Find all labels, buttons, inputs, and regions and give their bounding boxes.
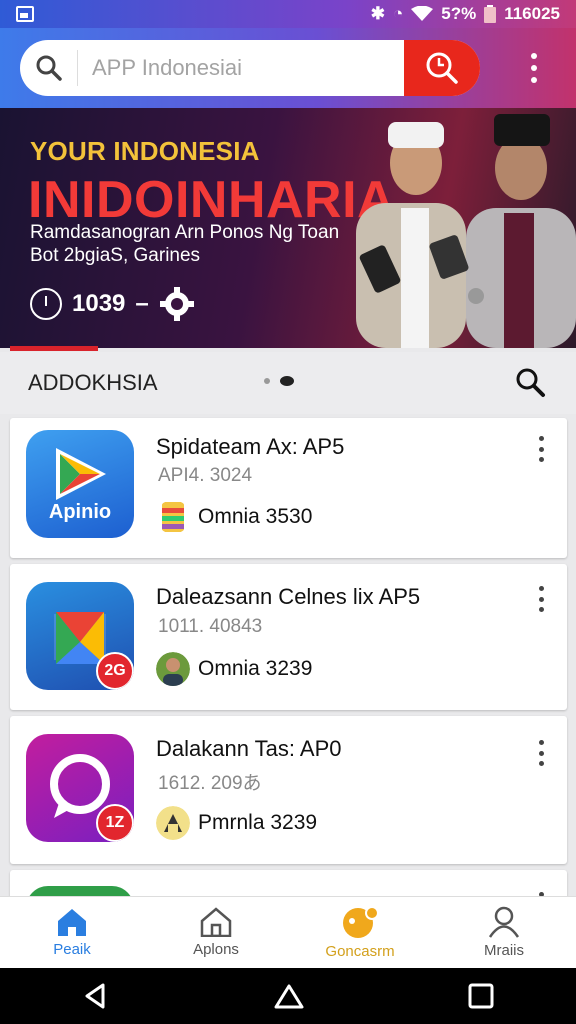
chat-bubble-icon[interactable]: 1Z: [26, 734, 134, 842]
nav-label: Goncasrm: [325, 943, 395, 960]
profile-icon: [488, 906, 520, 938]
developer-name: Omnia 3239: [198, 657, 313, 680]
app-developer: Omnia 3239: [156, 652, 312, 686]
app-version: API4. 3024: [158, 465, 253, 486]
recents-icon[interactable]: [467, 982, 495, 1010]
developer-avatar: [156, 806, 190, 840]
nav-item-games[interactable]: Goncasrm: [288, 897, 432, 968]
banner-subtitle-line2: Bot 2bgiaS, Garines: [30, 245, 201, 266]
nav-label: Mraiis: [484, 942, 524, 959]
nav-item-apps[interactable]: Aplons: [144, 897, 288, 968]
promo-banner[interactable]: YOUR INDONESIA INIDOINHARIA Ramdasanogra…: [0, 108, 576, 348]
developer-avatar: [162, 502, 184, 532]
status-indicators: ✱ ◔ 5?% 116025: [371, 4, 560, 24]
app-developer: Omnia 3530: [156, 500, 312, 534]
carousel-dot[interactable]: [264, 378, 270, 384]
bottom-navigation: Peaik Aplons Goncasrm Mraiis: [0, 896, 576, 968]
timer-icon: [30, 288, 62, 320]
maps-icon[interactable]: 2G: [26, 582, 134, 690]
home-icon: [58, 909, 86, 936]
search-icon[interactable]: [20, 50, 78, 86]
carousel-dot-active[interactable]: [280, 376, 294, 386]
card-overflow-menu-icon[interactable]: [537, 586, 545, 612]
play-store-icon[interactable]: Apinio: [26, 430, 134, 538]
nav-label: Peaik: [53, 941, 91, 958]
app-name[interactable]: Daleazsann Celnes lix AP5: [156, 584, 420, 610]
card-overflow-menu-icon[interactable]: [537, 436, 545, 462]
nav-label: Aplons: [193, 941, 239, 958]
clock-search-icon: [426, 52, 458, 84]
app-icon-label: Apinio: [48, 501, 112, 523]
nav-item-profile[interactable]: Mraiis: [432, 897, 576, 968]
app-card[interactable]: 1Z Dalakann Tas: AP0 1612. 209あ Pmrnla 3…: [10, 716, 567, 864]
overflow-menu-icon[interactable]: [522, 50, 546, 86]
gear-icon[interactable]: [159, 286, 195, 322]
search-input[interactable]: [78, 55, 398, 81]
alarm-icon: ◔: [392, 4, 404, 23]
card-overflow-menu-icon[interactable]: [537, 740, 545, 766]
banner-stat-separator: –: [135, 290, 149, 317]
system-navigation-bar: [0, 968, 576, 1024]
app-version: 1612. 209あ: [158, 773, 262, 794]
app-card[interactable]: 2G Daleazsann Celnes lix AP5 1011. 40843…: [10, 564, 567, 710]
back-icon[interactable]: [81, 981, 111, 1011]
battery-icon: [484, 5, 497, 23]
section-search-icon[interactable]: [514, 366, 546, 398]
carousel-indicator[interactable]: [264, 376, 294, 386]
clock-time: 116025: [504, 4, 560, 23]
home-button-icon[interactable]: [272, 981, 306, 1011]
banner-accent-line: [10, 346, 98, 351]
status-bar: ✱ ◔ 5?% 116025: [0, 0, 576, 28]
developer-name: Pmrnla 3239: [198, 811, 318, 834]
banner-kicker: YOUR INDONESIA: [30, 136, 260, 166]
developer-name: Omnia 3530: [198, 505, 313, 528]
banner-stat-value: 1039: [72, 290, 126, 317]
bluetooth-icon: ✱: [370, 4, 385, 23]
games-icon: [343, 906, 379, 938]
search-submit-button[interactable]: [404, 40, 480, 96]
wifi-icon: [411, 6, 434, 21]
section-title: ADDOKHSIA: [28, 370, 158, 395]
battery-percent: 5?%: [441, 4, 477, 23]
nav-item-home[interactable]: Peaik: [0, 897, 144, 968]
app-badge: 2G: [96, 652, 134, 690]
app-developer: Pmrnla 3239: [156, 806, 317, 840]
gallery-notification-icon: [16, 6, 34, 22]
app-card[interactable]: Apinio Spidateam Ax: AP5 API4. 3024 Omni…: [10, 418, 567, 558]
app-name[interactable]: Spidateam Ax: AP5: [156, 434, 344, 460]
search-header: [0, 28, 576, 108]
banner-stats: 1039 –: [30, 286, 195, 322]
app-name[interactable]: Dalakann Tas: AP0: [156, 736, 342, 762]
developer-avatar: [156, 652, 190, 686]
banner-subtitle-line1: Ramdasanogran Arn Ponos Ng Toan: [30, 222, 340, 243]
search-bar[interactable]: [20, 40, 480, 96]
app-badge: 1Z: [96, 804, 134, 842]
banner-people-illustration: [356, 114, 576, 348]
apps-icon: [200, 907, 232, 937]
app-version: 1011. 40843: [158, 616, 263, 637]
